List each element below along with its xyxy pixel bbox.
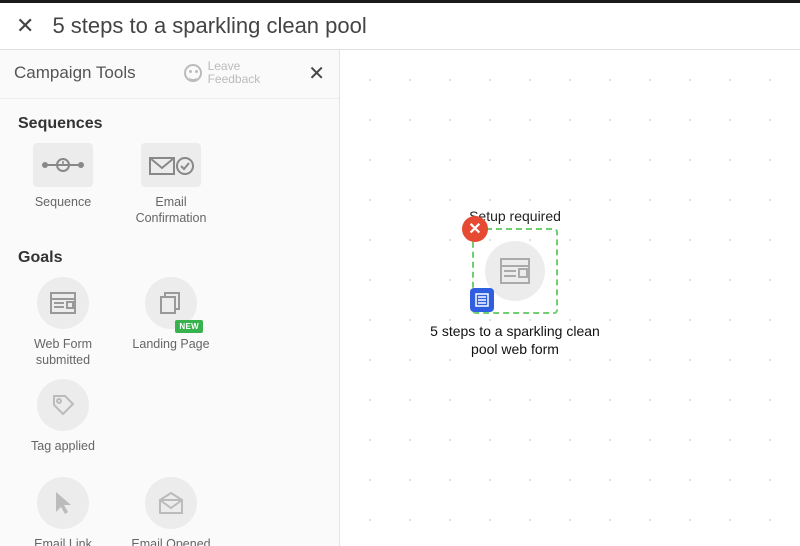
leave-feedback-button[interactable]: Leave Feedback	[184, 60, 261, 86]
tool-tag-applied[interactable]: Tag applied	[14, 379, 112, 471]
tool-label: Landing Page	[132, 337, 209, 369]
tool-label: Email Link clicked	[14, 537, 112, 546]
tool-label: Email Confirmation	[122, 195, 220, 227]
tool-label: Sequence	[35, 195, 91, 227]
node-status-text: Setup required	[430, 208, 600, 224]
tool-label: Web Form submitted	[14, 337, 112, 369]
close-icon[interactable]: ✕	[16, 13, 34, 39]
cursor-icon	[37, 477, 89, 529]
tool-email-confirmation[interactable]: Email Confirmation	[122, 143, 220, 227]
smile-icon	[184, 64, 202, 82]
tag-icon	[37, 379, 89, 431]
campaign-canvas[interactable]: Setup required ✕ 5 steps to a sparkling …	[340, 50, 800, 546]
sequence-icon	[33, 143, 93, 187]
section-title-sequences: Sequences	[0, 99, 339, 143]
form-badge-icon	[470, 288, 494, 312]
node-box[interactable]: ✕	[472, 228, 558, 314]
webform-icon	[485, 241, 545, 301]
goals-row-2: Email Link clicked Email Opened Product …	[0, 477, 339, 546]
header-bar: ✕ 5 steps to a sparkling clean pool	[0, 0, 800, 50]
node-label: 5 steps to a sparkling clean pool web fo…	[430, 322, 600, 358]
goals-row-1: Web Form submitted NEW Landing Page Tag …	[0, 277, 339, 477]
email-confirm-icon	[141, 143, 201, 187]
sequences-row: Sequence Email Confirmation	[0, 143, 339, 233]
new-badge: NEW	[175, 320, 203, 333]
canvas-node[interactable]: Setup required ✕ 5 steps to a sparkling …	[430, 208, 600, 358]
tool-sequence[interactable]: Sequence	[14, 143, 112, 227]
section-title-goals: Goals	[0, 233, 339, 277]
webform-icon	[37, 277, 89, 329]
error-badge-icon: ✕	[462, 216, 488, 242]
sidebar-title: Campaign Tools	[14, 63, 136, 83]
email-open-icon	[145, 477, 197, 529]
tool-email-link-clicked[interactable]: Email Link clicked	[14, 477, 112, 546]
landing-page-icon: NEW	[145, 277, 197, 329]
sidebar: Campaign Tools Leave Feedback ✕ Sequence…	[0, 50, 340, 546]
sidebar-header: Campaign Tools Leave Feedback ✕	[0, 50, 339, 99]
tool-label: Tag applied	[31, 439, 95, 471]
feedback-label: Leave Feedback	[208, 60, 261, 86]
page-title: 5 steps to a sparkling clean pool	[52, 13, 366, 39]
main-body: Campaign Tools Leave Feedback ✕ Sequence…	[0, 50, 800, 546]
sidebar-close-icon[interactable]: ✕	[308, 61, 325, 86]
tool-webform-submitted[interactable]: Web Form submitted	[14, 277, 112, 369]
tool-email-opened[interactable]: Email Opened	[122, 477, 220, 546]
tool-label: Email Opened	[131, 537, 210, 546]
tool-landing-page[interactable]: NEW Landing Page	[122, 277, 220, 369]
